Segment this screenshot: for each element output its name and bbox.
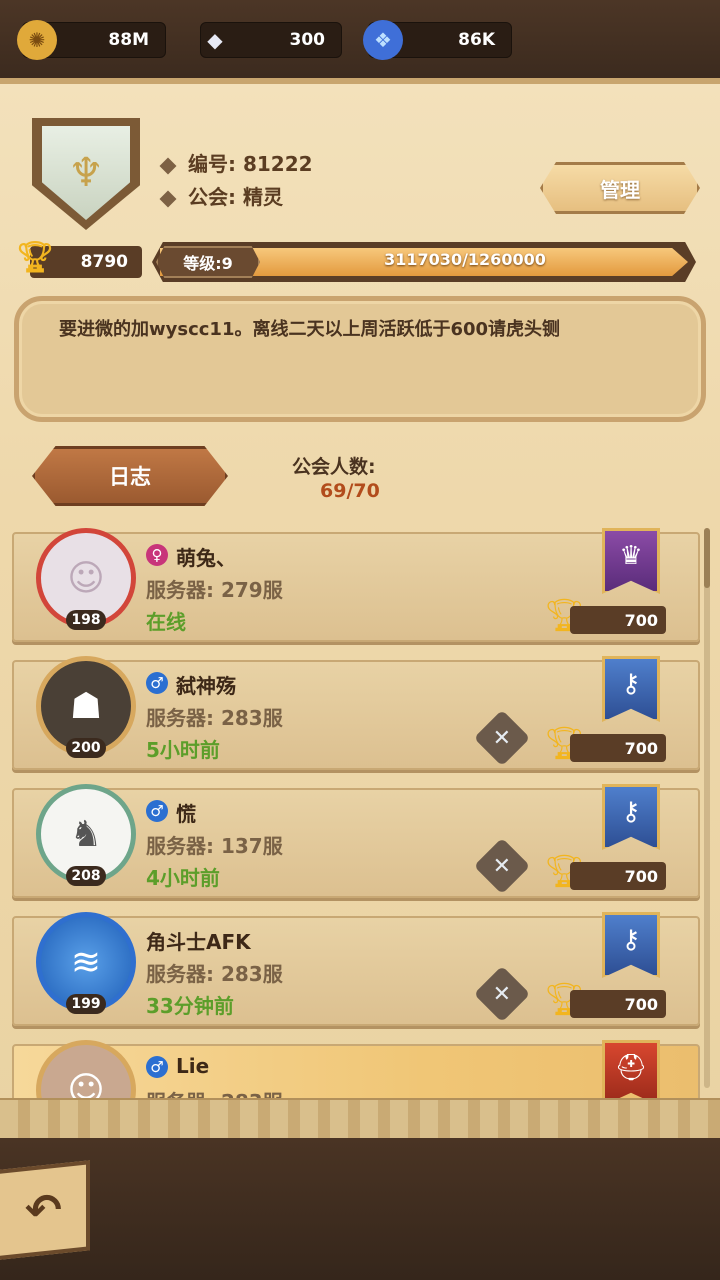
member-name: 角斗士AFK — [146, 930, 251, 954]
member-score: 700 — [570, 862, 666, 890]
male-icon: ♂ — [146, 672, 168, 694]
avatar: ☺ — [36, 1040, 136, 1100]
members-count: 69/70 — [320, 480, 380, 502]
key-icon: ⚷ — [621, 925, 641, 955]
rank-banner: ⚷ — [602, 784, 660, 850]
member-card[interactable]: ☗ 200 ♂ 弑神殇 服务器: 283服 5小时前 ✕ ⚷ 🏆︎ 700 — [12, 656, 700, 770]
members-label: 公会人数: — [292, 456, 376, 478]
key-icon: ⚷ — [621, 797, 641, 827]
female-icon: ♀ — [146, 544, 168, 566]
member-card[interactable]: ≋ 199 角斗士AFK 服务器: 283服 33分钟前 ✕ ⚷ 🏆︎ 700 — [12, 912, 700, 1026]
member-server: 服务器: 283服 — [146, 962, 283, 986]
member-list[interactable]: ☺ 198 ♀ 萌兔、 服务器: 279服 在线 ♛ 🏆︎ 700 ☗ 200 … — [0, 520, 720, 1100]
member-server: 服务器: 283服 — [146, 706, 283, 730]
member-name: Lie — [176, 1054, 210, 1078]
male-icon: ♂ — [146, 800, 168, 822]
guild-name: 公会: 精灵 — [159, 181, 283, 210]
blue-essence-icon: ❖ — [363, 20, 403, 60]
member-score: 700 — [570, 990, 666, 1018]
rank-banner: ⚷ — [602, 912, 660, 978]
rank-banner: ♛ — [602, 528, 660, 594]
member-name: 萌兔、 — [176, 546, 236, 570]
member-status: 在线 — [146, 610, 186, 634]
crossed-swords-icon[interactable]: ✕ — [473, 837, 531, 895]
member-status: 5小时前 — [146, 738, 220, 762]
helmet-icon: ⛑ — [614, 1053, 648, 1083]
crown-icon: ♛ — [619, 541, 643, 571]
essence-counter[interactable]: ❖ 86K — [363, 20, 512, 60]
crossed-swords-icon[interactable]: ✕ — [473, 965, 531, 1023]
member-server: 服务器: 137服 — [146, 834, 283, 858]
resource-bar: ✺ 88M ◆ 300 ❖ 86K — [0, 0, 720, 82]
bottom-bar — [0, 1138, 720, 1280]
member-card-self[interactable]: ☺ ♂ Lie 服务器: 283服 ⛑ — [12, 1040, 700, 1100]
bullet-icon — [159, 190, 177, 207]
scrollbar-thumb[interactable] — [704, 528, 710, 588]
key-icon: ⚷ — [621, 669, 641, 699]
member-name: 弑神殇 — [176, 674, 236, 698]
guild-id: 编号: 81222 — [159, 148, 313, 177]
member-card[interactable]: ♞ 208 ♂ 慌 服务器: 137服 4小时前 ✕ ⚷ 🏆︎ 700 — [12, 784, 700, 898]
player-level: 200 — [66, 738, 106, 758]
guild-level: 等级:9 — [156, 246, 260, 278]
guild-notice[interactable]: 要进微的加wyscc11。离线二天以上周活跃低于600请虎头铡 — [14, 296, 706, 422]
member-status: 4小时前 — [146, 866, 220, 890]
male-icon: ♂ — [146, 1056, 168, 1078]
gold-coin-icon: ✺ — [17, 20, 57, 60]
player-level: 199 — [66, 994, 106, 1014]
panel-edge — [0, 1098, 720, 1138]
bullet-icon — [159, 157, 177, 174]
manage-button[interactable]: 管理 — [540, 162, 700, 214]
gold-counter[interactable]: ✺ 88M — [17, 20, 166, 60]
player-level: 208 — [66, 866, 106, 886]
crossed-swords-icon[interactable]: ✕ — [473, 709, 531, 767]
rank-banner: ⛑ — [602, 1040, 660, 1100]
guild-trophies: 🏆︎ 8790 — [16, 240, 142, 278]
member-name: 慌 — [176, 802, 196, 826]
diamond-icon: ◆ — [207, 28, 223, 52]
log-button[interactable]: 日志 — [32, 446, 228, 506]
back-arrow-icon: ↶ — [24, 1184, 62, 1236]
trophy-icon: 🏆︎ — [16, 240, 55, 275]
member-score: 700 — [570, 606, 666, 634]
rank-banner: ⚷ — [602, 656, 660, 722]
member-status: 33分钟前 — [146, 994, 234, 1018]
scrollbar[interactable] — [704, 528, 710, 1088]
diamond-counter[interactable]: ◆ 300 — [200, 22, 342, 58]
player-level: 198 — [66, 610, 106, 630]
member-server: 服务器: 279服 — [146, 578, 283, 602]
member-score: 700 — [570, 734, 666, 762]
exp-text: 3117030/1260000 — [384, 250, 546, 269]
member-card[interactable]: ☺ 198 ♀ 萌兔、 服务器: 279服 在线 ♛ 🏆︎ 700 — [12, 528, 700, 642]
back-button[interactable]: ↶ — [0, 1160, 90, 1260]
trident-icon: ♆ — [68, 150, 104, 196]
